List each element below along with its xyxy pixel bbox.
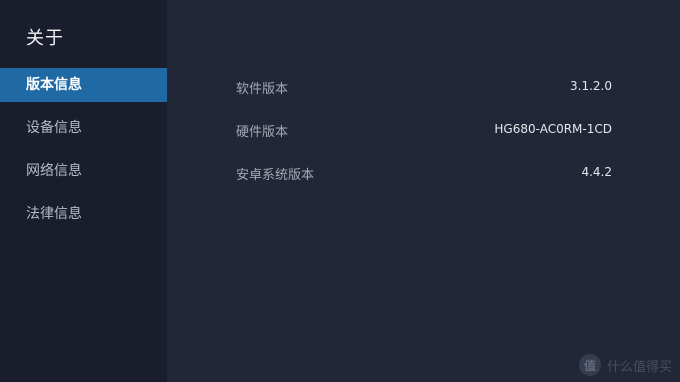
sidebar-item-network-info[interactable]: 网络信息 bbox=[0, 154, 167, 188]
software-version-label: 软件版本 bbox=[236, 82, 289, 97]
sidebar-item-device-info[interactable]: 设备信息 bbox=[0, 111, 167, 145]
sidebar: 关于 版本信息 设备信息 网络信息 法律信息 bbox=[0, 0, 167, 382]
watermark: 值 什么值得买 bbox=[578, 354, 672, 376]
info-row-software-version: 软件版本 3.1.2.0 bbox=[236, 74, 616, 117]
version-info-list: 软件版本 3.1.2.0 硬件版本 HG680-AC0RM-1CD 安卓系统版本… bbox=[236, 74, 616, 203]
software-version-value: 3.1.2.0 bbox=[570, 79, 612, 93]
info-row-android-version: 安卓系统版本 4.4.2 bbox=[236, 160, 616, 203]
hardware-version-value: HG680-AC0RM-1CD bbox=[494, 122, 612, 136]
about-screen: 关于 版本信息 设备信息 网络信息 法律信息 软件版本 3.1.2.0 硬件版本… bbox=[0, 0, 680, 382]
sidebar-item-version-info[interactable]: 版本信息 bbox=[0, 68, 167, 102]
android-version-label: 安卓系统版本 bbox=[236, 168, 315, 183]
sidebar-item-legal-info[interactable]: 法律信息 bbox=[0, 197, 167, 231]
page-title: 关于 bbox=[26, 28, 64, 49]
watermark-logo-icon: 值 bbox=[578, 354, 601, 376]
watermark-text: 什么值得买 bbox=[606, 359, 672, 375]
sidebar-menu: 版本信息 设备信息 网络信息 法律信息 bbox=[0, 68, 167, 240]
hardware-version-label: 硬件版本 bbox=[236, 125, 289, 140]
android-version-value: 4.4.2 bbox=[581, 165, 612, 179]
info-row-hardware-version: 硬件版本 HG680-AC0RM-1CD bbox=[236, 117, 616, 160]
